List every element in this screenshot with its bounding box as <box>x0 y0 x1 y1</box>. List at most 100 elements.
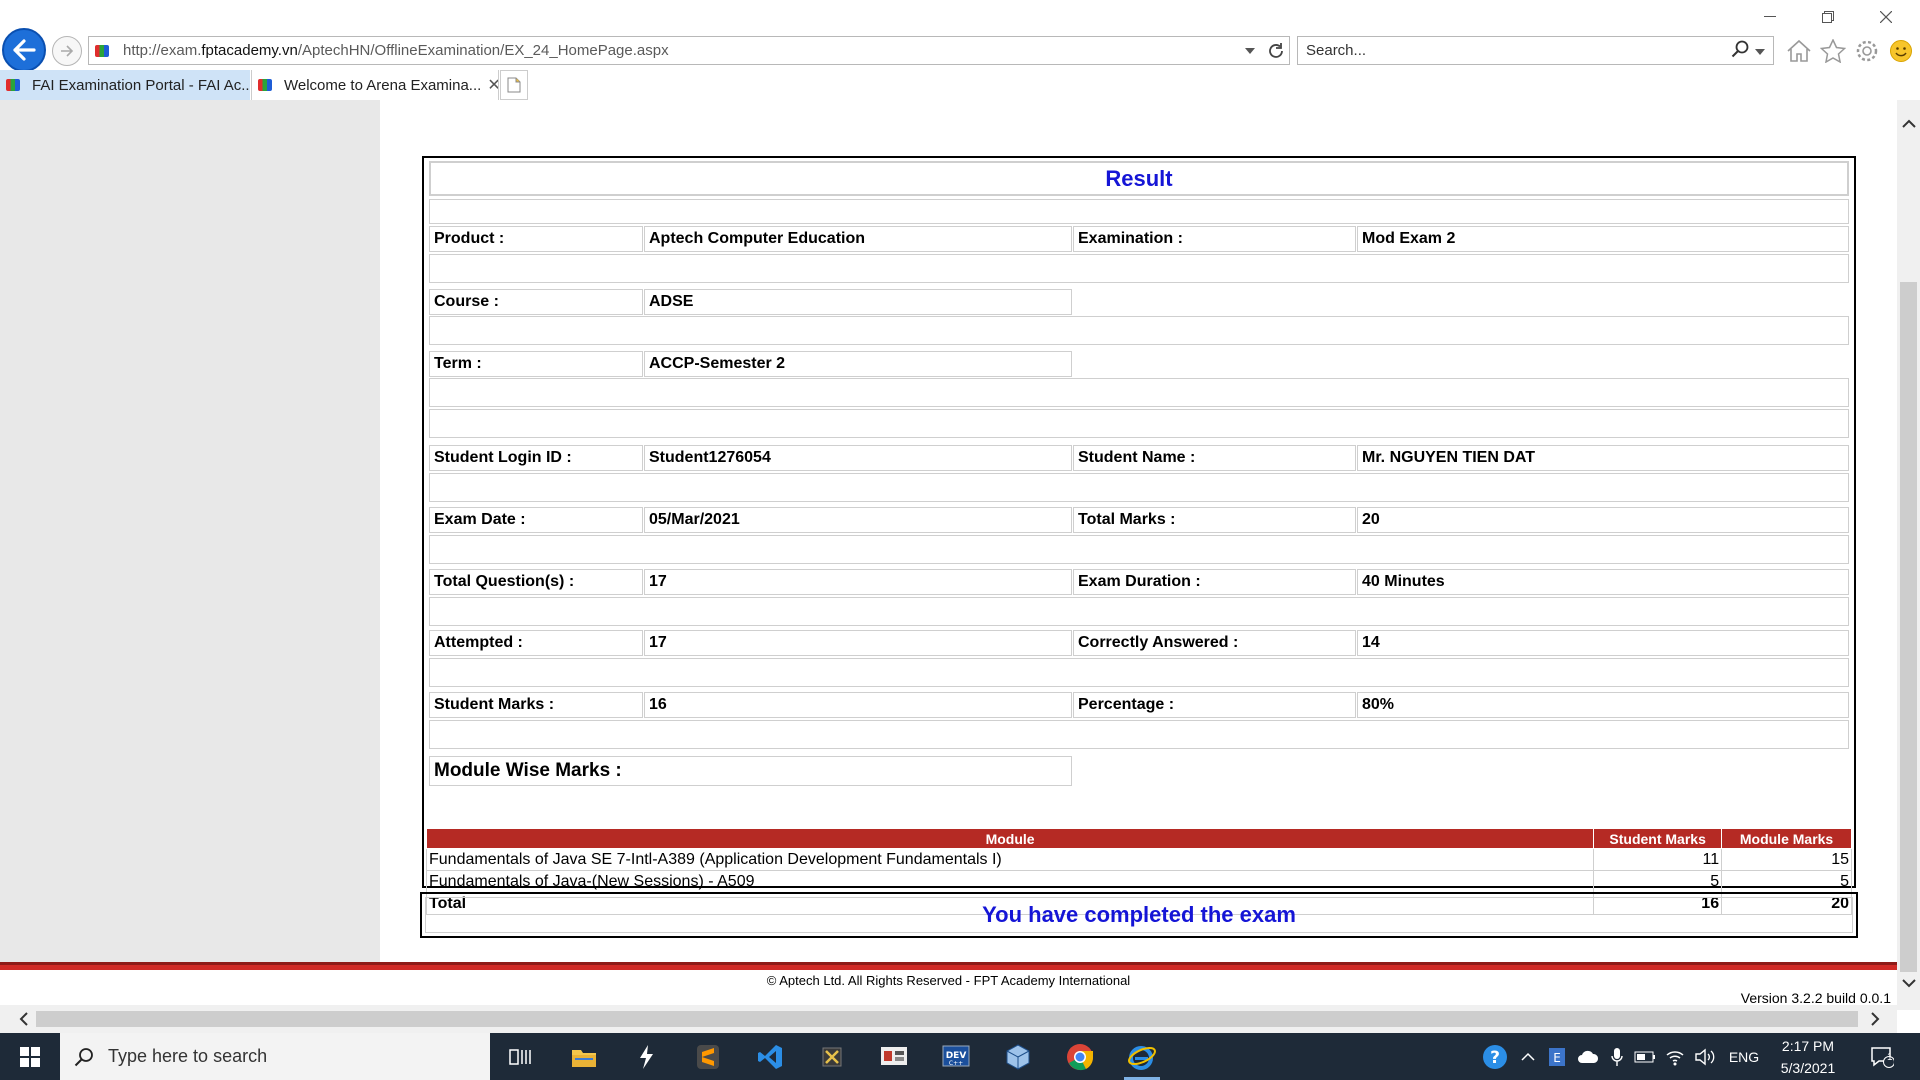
microphone-icon[interactable] <box>1606 1033 1628 1080</box>
percentage-label: Percentage : <box>1073 692 1356 718</box>
spacer-row <box>429 254 1849 283</box>
show-hidden-icons-chevron-icon[interactable] <box>1516 1033 1540 1080</box>
tab-bar: FAI Examination Portal - FAI Ac... Welco… <box>0 70 1920 100</box>
taskbar-clock[interactable]: 2:17 PM 5/3/2021 <box>1770 1033 1846 1080</box>
vscode-icon[interactable] <box>744 1033 796 1080</box>
student-marks-column-header: Student Marks <box>1593 828 1723 849</box>
scroll-down-icon[interactable] <box>1897 972 1920 994</box>
arrow-left-icon <box>13 39 36 61</box>
search-icon[interactable] <box>1731 40 1749 62</box>
battery-icon[interactable] <box>1632 1033 1658 1080</box>
file-explorer-icon[interactable] <box>558 1033 610 1080</box>
wifi-icon[interactable] <box>1662 1033 1688 1080</box>
url-text[interactable]: http://exam.fptacademy.vn/AptechHN/Offli… <box>123 42 1237 59</box>
back-button[interactable] <box>2 28 46 72</box>
exam-duration-value: 40 Minutes <box>1357 569 1849 595</box>
module-marks-cell: 5 <box>1721 870 1852 893</box>
scroll-left-icon[interactable] <box>12 1008 34 1030</box>
start-button[interactable] <box>0 1033 60 1080</box>
vertical-scroll-thumb[interactable] <box>1900 282 1917 972</box>
internet-explorer-icon[interactable] <box>1116 1033 1168 1080</box>
site-favicon-icon <box>95 44 109 57</box>
scroll-right-icon[interactable] <box>1864 1008 1886 1030</box>
module-name-cell: Fundamentals of Java SE 7-Intl-A389 (App… <box>425 848 1595 871</box>
restore-button[interactable] <box>1814 6 1842 28</box>
tab-arena-examination[interactable]: Welcome to Arena Examina... ✕ <box>251 70 499 100</box>
result-title: Result <box>430 162 1848 195</box>
refresh-icon[interactable] <box>1263 38 1289 64</box>
chrome-icon[interactable] <box>1054 1033 1106 1080</box>
notification-center-icon[interactable]: 1 <box>1860 1033 1904 1080</box>
spacer-row <box>429 378 1849 407</box>
module-column-header: Module <box>425 828 1595 849</box>
student-name-value: Mr. NGUYEN TIEN DAT <box>1357 445 1849 471</box>
spacer-row <box>429 658 1849 687</box>
minimize-button[interactable] <box>1756 6 1784 28</box>
result-title-row: Result <box>429 161 1849 196</box>
tab-favicon-icon <box>6 79 20 91</box>
settings-gear-icon[interactable] <box>1852 36 1882 66</box>
student-marks-value: 16 <box>644 692 1072 718</box>
virtualbox-icon[interactable] <box>992 1033 1044 1080</box>
language-indicator[interactable]: ENG <box>1724 1033 1764 1080</box>
onedrive-icon[interactable] <box>1574 1033 1602 1080</box>
tab-label: FAI Examination Portal - FAI Ac... <box>32 76 250 94</box>
student-login-value: Student1276054 <box>644 445 1072 471</box>
windows-taskbar: Type here to search DEV C++ ? E ENG 2:17… <box>0 1033 1920 1080</box>
taskbar-search[interactable]: Type here to search <box>60 1033 490 1080</box>
correctly-answered-value: 14 <box>1357 630 1849 656</box>
horizontal-scroll-thumb[interactable] <box>36 1011 1858 1027</box>
home-icon[interactable] <box>1784 36 1814 66</box>
spacer-row <box>429 199 1849 224</box>
exam-date-label: Exam Date : <box>429 507 643 533</box>
search-icon <box>74 1047 93 1066</box>
browser-search-box[interactable]: Search... <box>1297 36 1774 65</box>
product-label: Product : <box>429 226 643 252</box>
table-header-row: Module Student Marks Module Marks <box>425 828 1852 849</box>
forward-button[interactable] <box>52 36 82 66</box>
tab-fai-examination-portal[interactable]: FAI Examination Portal - FAI Ac... <box>0 70 250 100</box>
student-marks-label: Student Marks : <box>429 692 643 718</box>
favorites-star-icon[interactable] <box>1818 36 1848 66</box>
tray-app-icon[interactable]: E <box>1544 1033 1570 1080</box>
spacer-row <box>429 473 1849 502</box>
total-questions-label: Total Question(s) : <box>429 569 643 595</box>
volume-icon[interactable] <box>1692 1033 1718 1080</box>
search-dropdown-icon[interactable] <box>1755 42 1765 59</box>
help-icon[interactable]: ? <box>1478 1033 1512 1080</box>
tab-favicon-icon <box>258 79 272 91</box>
exam-date-value: 05/Mar/2021 <box>644 507 1072 533</box>
sublime-text-icon[interactable] <box>682 1033 734 1080</box>
module-name-cell: Fundamentals of Java-(New Sessions) - A5… <box>425 870 1595 893</box>
total-questions-value: 17 <box>644 569 1072 595</box>
tab-close-icon[interactable]: ✕ <box>487 75 498 95</box>
task-view-icon[interactable] <box>494 1033 546 1080</box>
dev-cpp-icon[interactable]: DEV C++ <box>930 1033 982 1080</box>
close-window-button[interactable] <box>1872 6 1900 28</box>
product-value: Aptech Computer Education <box>644 226 1072 252</box>
total-marks-value: 20 <box>1357 507 1849 533</box>
row-attempted: Attempted : 17 Correctly Answered : 14 <box>429 630 1849 656</box>
browser-search-placeholder: Search... <box>1306 42 1367 59</box>
vertical-scrollbar[interactable] <box>1897 100 1920 1010</box>
page-viewport: Result Product : Aptech Computer Educati… <box>0 100 1897 1010</box>
notification-count: 1 <box>1887 1052 1893 1063</box>
netbeans-icon[interactable] <box>620 1033 672 1080</box>
term-value: ACCP-Semester 2 <box>644 351 1072 377</box>
address-bar[interactable]: http://exam.fptacademy.vn/AptechHN/Offli… <box>88 36 1290 65</box>
clock-date: 5/3/2021 <box>1780 1059 1836 1076</box>
footer-version: Version 3.2.2 build 0.0.1 <box>1740 990 1891 1006</box>
new-tab-icon <box>507 77 521 93</box>
app-icon[interactable] <box>868 1033 920 1080</box>
arrow-right-icon <box>61 45 74 57</box>
horizontal-scrollbar[interactable] <box>0 1005 1897 1033</box>
feedback-smiley-icon[interactable] <box>1886 36 1916 66</box>
spacer-row <box>429 597 1849 626</box>
dropdown-chevron-icon[interactable] <box>1237 38 1263 64</box>
new-tab-button[interactable] <box>500 70 528 100</box>
row-student-login: Student Login ID : Student1276054 Studen… <box>429 445 1849 471</box>
scroll-up-icon[interactable] <box>1897 112 1920 134</box>
total-marks-label: Total Marks : <box>1073 507 1356 533</box>
tools-icon[interactable] <box>806 1033 858 1080</box>
module-wise-marks-label: Module Wise Marks : <box>429 756 1072 786</box>
